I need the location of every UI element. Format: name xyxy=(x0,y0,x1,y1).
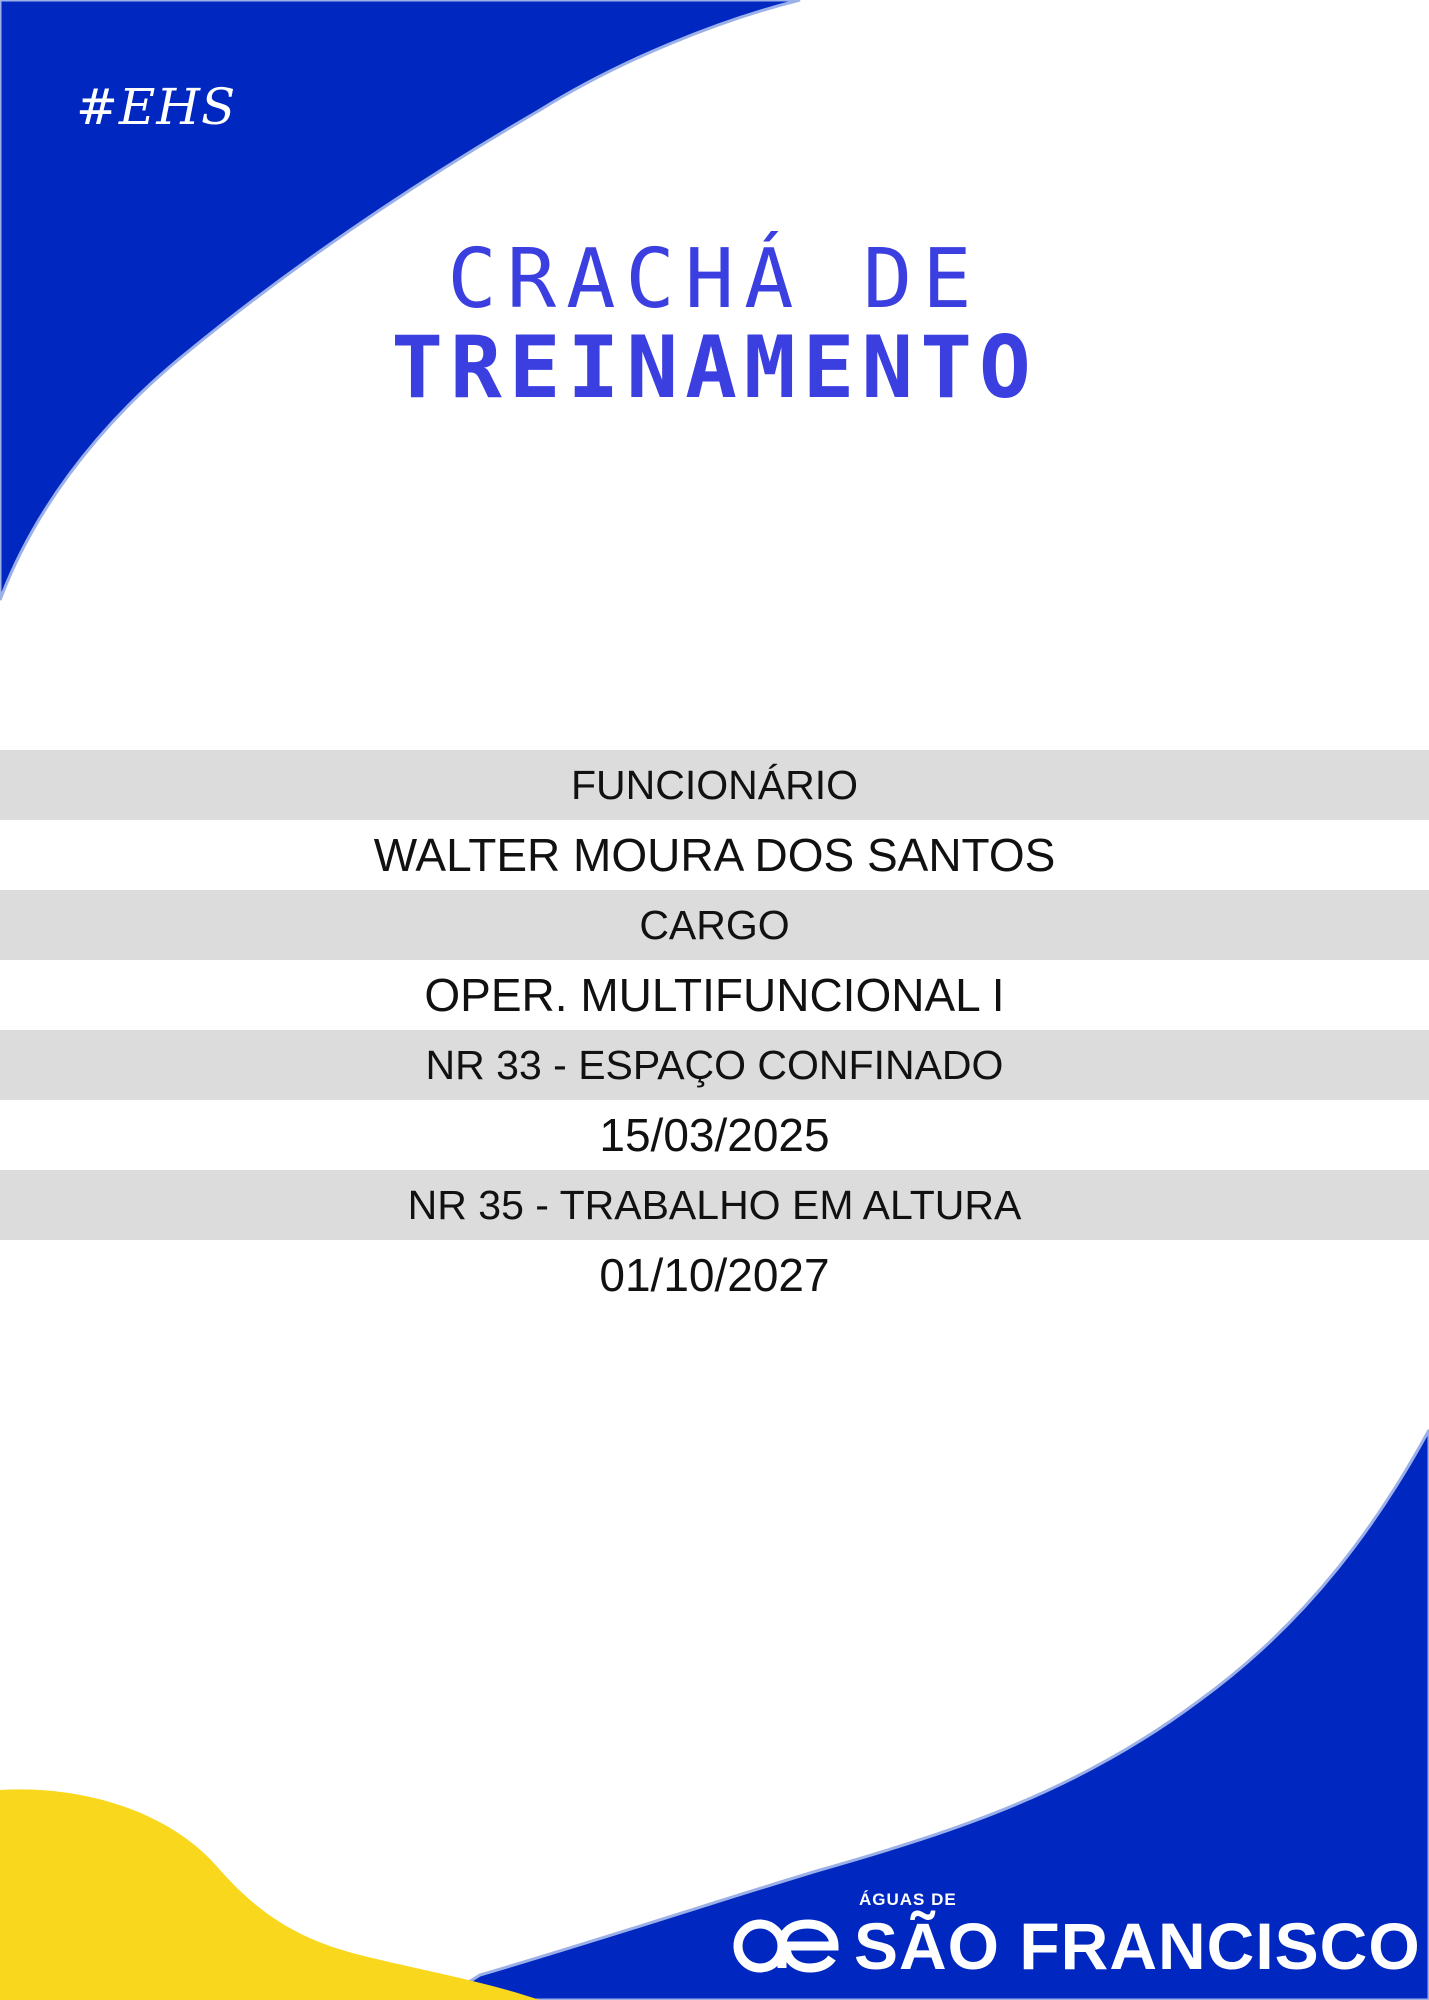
nr35-date-row: 01/10/2027 xyxy=(599,1249,830,1301)
nr33-date-row: 15/03/2025 xyxy=(599,1109,830,1161)
logo-main-text: SÃO FRANCISCO xyxy=(854,1909,1421,1983)
bottom-left-yellow-blob xyxy=(0,1789,540,2000)
role-value-row: OPER. MULTIFUNCIONAL I xyxy=(424,969,1005,1021)
role-label-row: CARGO xyxy=(0,890,1429,960)
nr35-label-row: NR 35 - TRABALHO EM ALTURA xyxy=(0,1170,1429,1240)
title-line-2: TREINAMENTO xyxy=(391,318,1038,418)
aguas-sao-francisco-logo: ÁGUAS DE SÃO FRANCISCO xyxy=(730,1880,1420,1983)
logo-small-text: ÁGUAS DE xyxy=(859,1890,957,1909)
employee-label-row: FUNCIONÁRIO xyxy=(0,750,1429,820)
ae-logo-mark-icon xyxy=(733,1919,839,1973)
employee-name-row: WALTER MOURA DOS SANTOS xyxy=(373,829,1056,881)
hashtag-ehs: #EHS xyxy=(76,78,237,136)
title-line-1: CRACHÁ DE xyxy=(447,232,982,327)
info-table: FUNCIONÁRIO WALTER MOURA DOS SANTOS CARG… xyxy=(0,750,1429,1310)
nr33-label-row: NR 33 - ESPAÇO CONFINADO xyxy=(0,1030,1429,1100)
